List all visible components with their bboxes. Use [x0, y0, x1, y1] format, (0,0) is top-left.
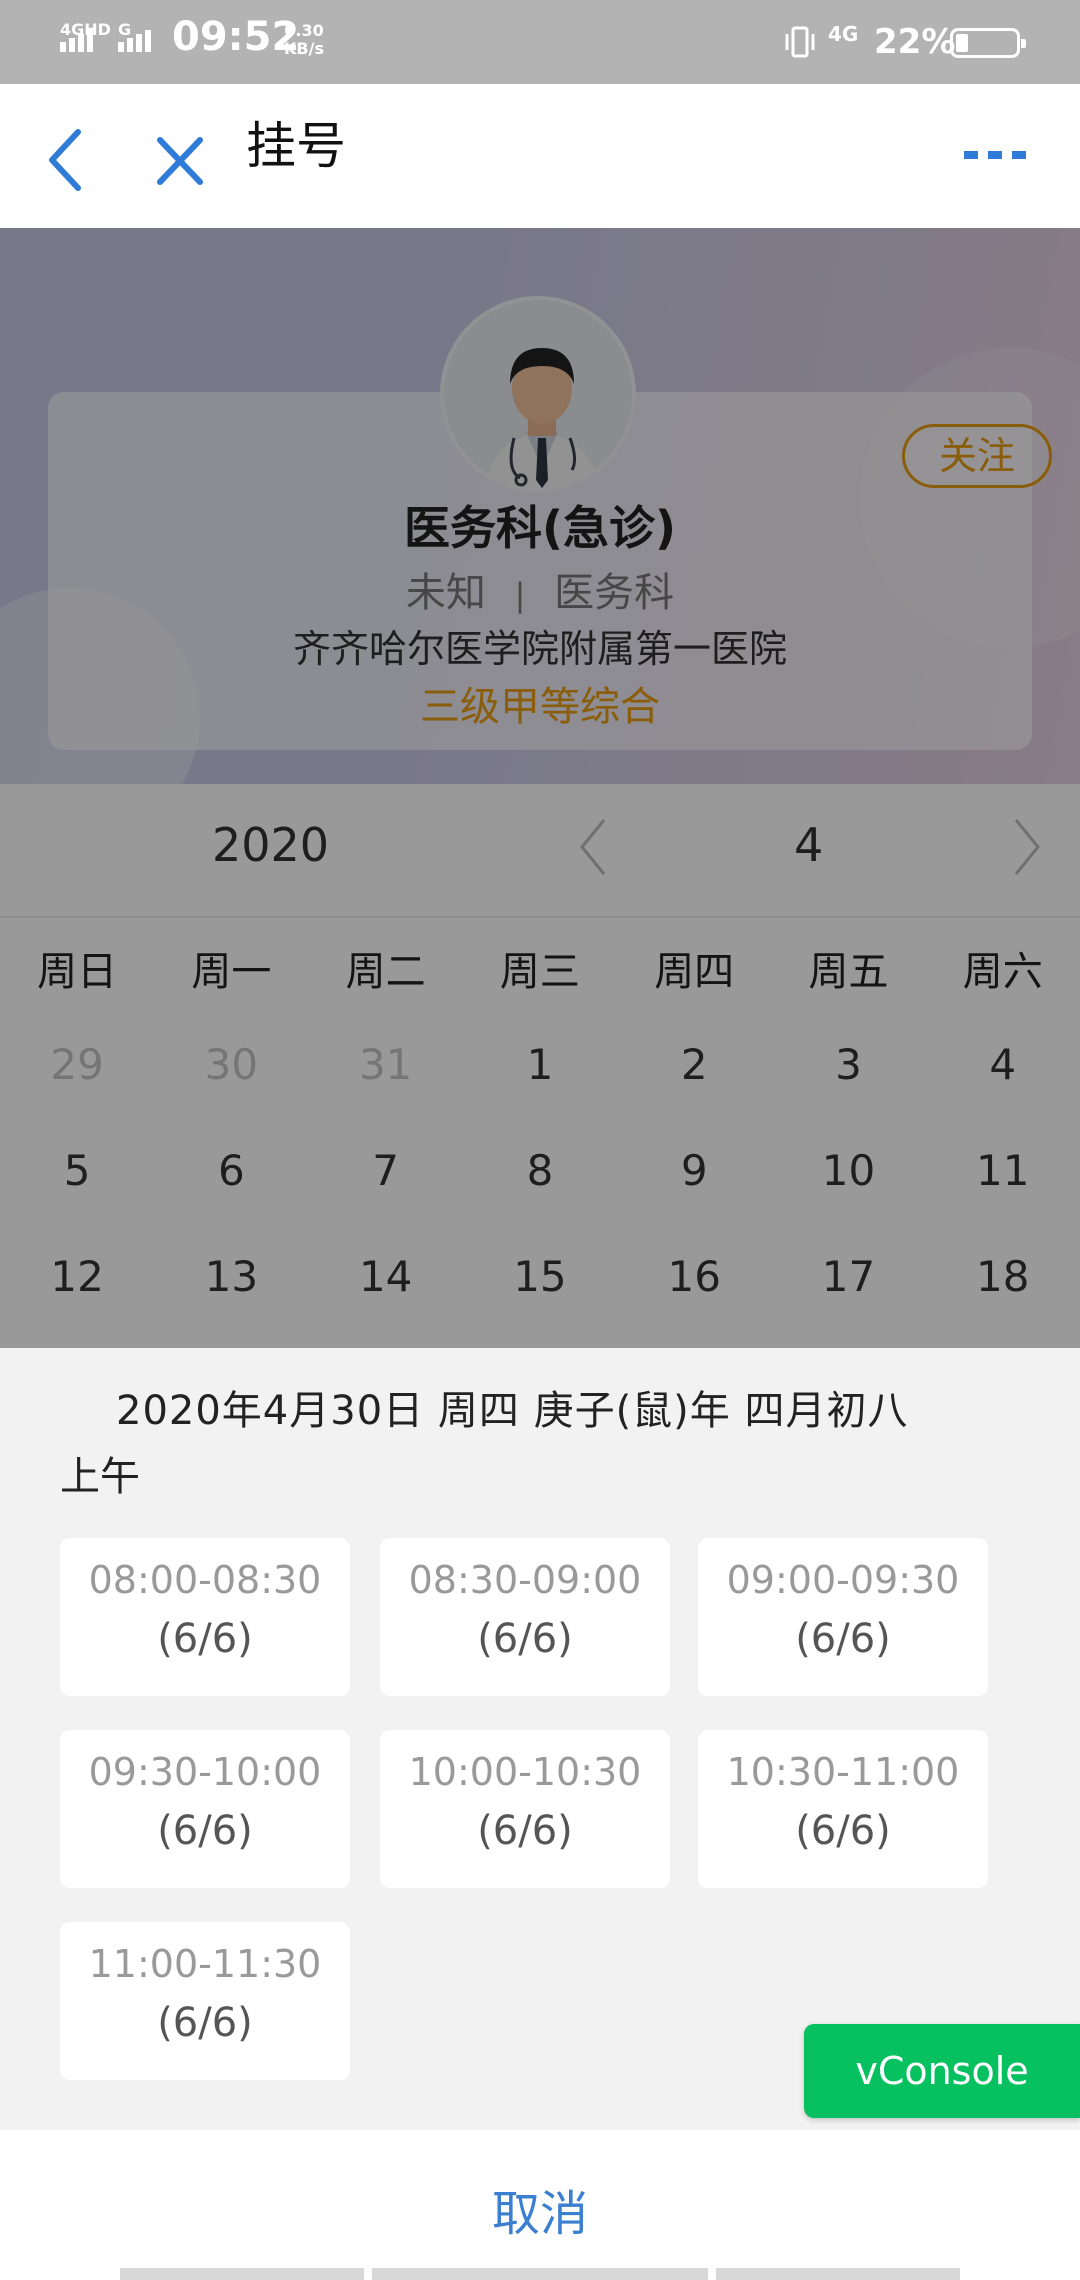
slot-count: (6/6) [157, 2000, 253, 2046]
bottom-bar-segment [372, 2268, 708, 2280]
net-speed-unit: KB/s [284, 39, 324, 58]
battery-icon [950, 28, 1026, 58]
time-slot[interactable]: 10:30-11:00 (6/6) [698, 1730, 988, 1888]
slot-count: (6/6) [795, 1808, 891, 1854]
time-slot[interactable]: 08:30-09:00 (6/6) [380, 1538, 670, 1696]
nav-bar: 挂号 [0, 84, 1080, 228]
page-title: 挂号 [246, 117, 346, 175]
period-label: 上午 [60, 1454, 140, 1500]
signal-icon [60, 30, 96, 52]
slot-count: (6/6) [157, 1808, 253, 1854]
slot-time: 08:00-08:30 [88, 1558, 322, 1602]
slot-count: (6/6) [477, 1616, 573, 1662]
vibrate-icon [785, 26, 815, 58]
network-type-3: 4G [828, 22, 859, 46]
bottom-bar-segment [120, 2268, 364, 2280]
slot-count: (6/6) [477, 1808, 573, 1854]
slot-count: (6/6) [795, 1616, 891, 1662]
time-slot[interactable]: 11:00-11:30 (6/6) [60, 1922, 350, 2080]
clock: 09:52 [172, 14, 300, 60]
close-icon[interactable] [150, 126, 210, 196]
cancel-bar: 取消 [0, 2130, 1080, 2280]
cancel-button[interactable]: 取消 [0, 2174, 1080, 2244]
time-slot[interactable]: 08:00-08:30 (6/6) [60, 1538, 350, 1696]
vconsole-button[interactable]: vConsole [804, 2024, 1080, 2118]
slot-time: 10:30-11:00 [726, 1750, 960, 1794]
slot-time: 08:30-09:00 [408, 1558, 642, 1602]
slot-time: 11:00-11:30 [88, 1942, 322, 1986]
net-speed: 0.30 KB/s [284, 22, 324, 58]
time-slot[interactable]: 09:30-10:00 (6/6) [60, 1730, 350, 1888]
slot-count: (6/6) [157, 1616, 253, 1662]
more-icon[interactable] [960, 144, 1030, 164]
selected-date: 2020年4月30日 周四 庚子(鼠)年 四月初八 [116, 1388, 909, 1434]
net-speed-value: 0.30 [284, 21, 324, 40]
time-slot-sheet: 2020年4月30日 周四 庚子(鼠)年 四月初八 上午 08:00-08:30… [0, 1348, 1080, 2130]
back-icon[interactable] [40, 120, 90, 200]
status-bar: 4GHD G 09:52 0.30 KB/s 4G 22% [0, 0, 1080, 84]
signal-icon-2 [118, 30, 154, 52]
slot-time: 09:30-10:00 [88, 1750, 322, 1794]
bottom-bar-segment [716, 2268, 960, 2280]
time-slot[interactable]: 10:00-10:30 (6/6) [380, 1730, 670, 1888]
battery-percent: 22% [874, 22, 956, 62]
modal-backdrop[interactable] [0, 228, 1080, 1348]
slot-time: 09:00-09:30 [726, 1558, 960, 1602]
time-slot[interactable]: 09:00-09:30 (6/6) [698, 1538, 988, 1696]
slot-time: 10:00-10:30 [408, 1750, 642, 1794]
